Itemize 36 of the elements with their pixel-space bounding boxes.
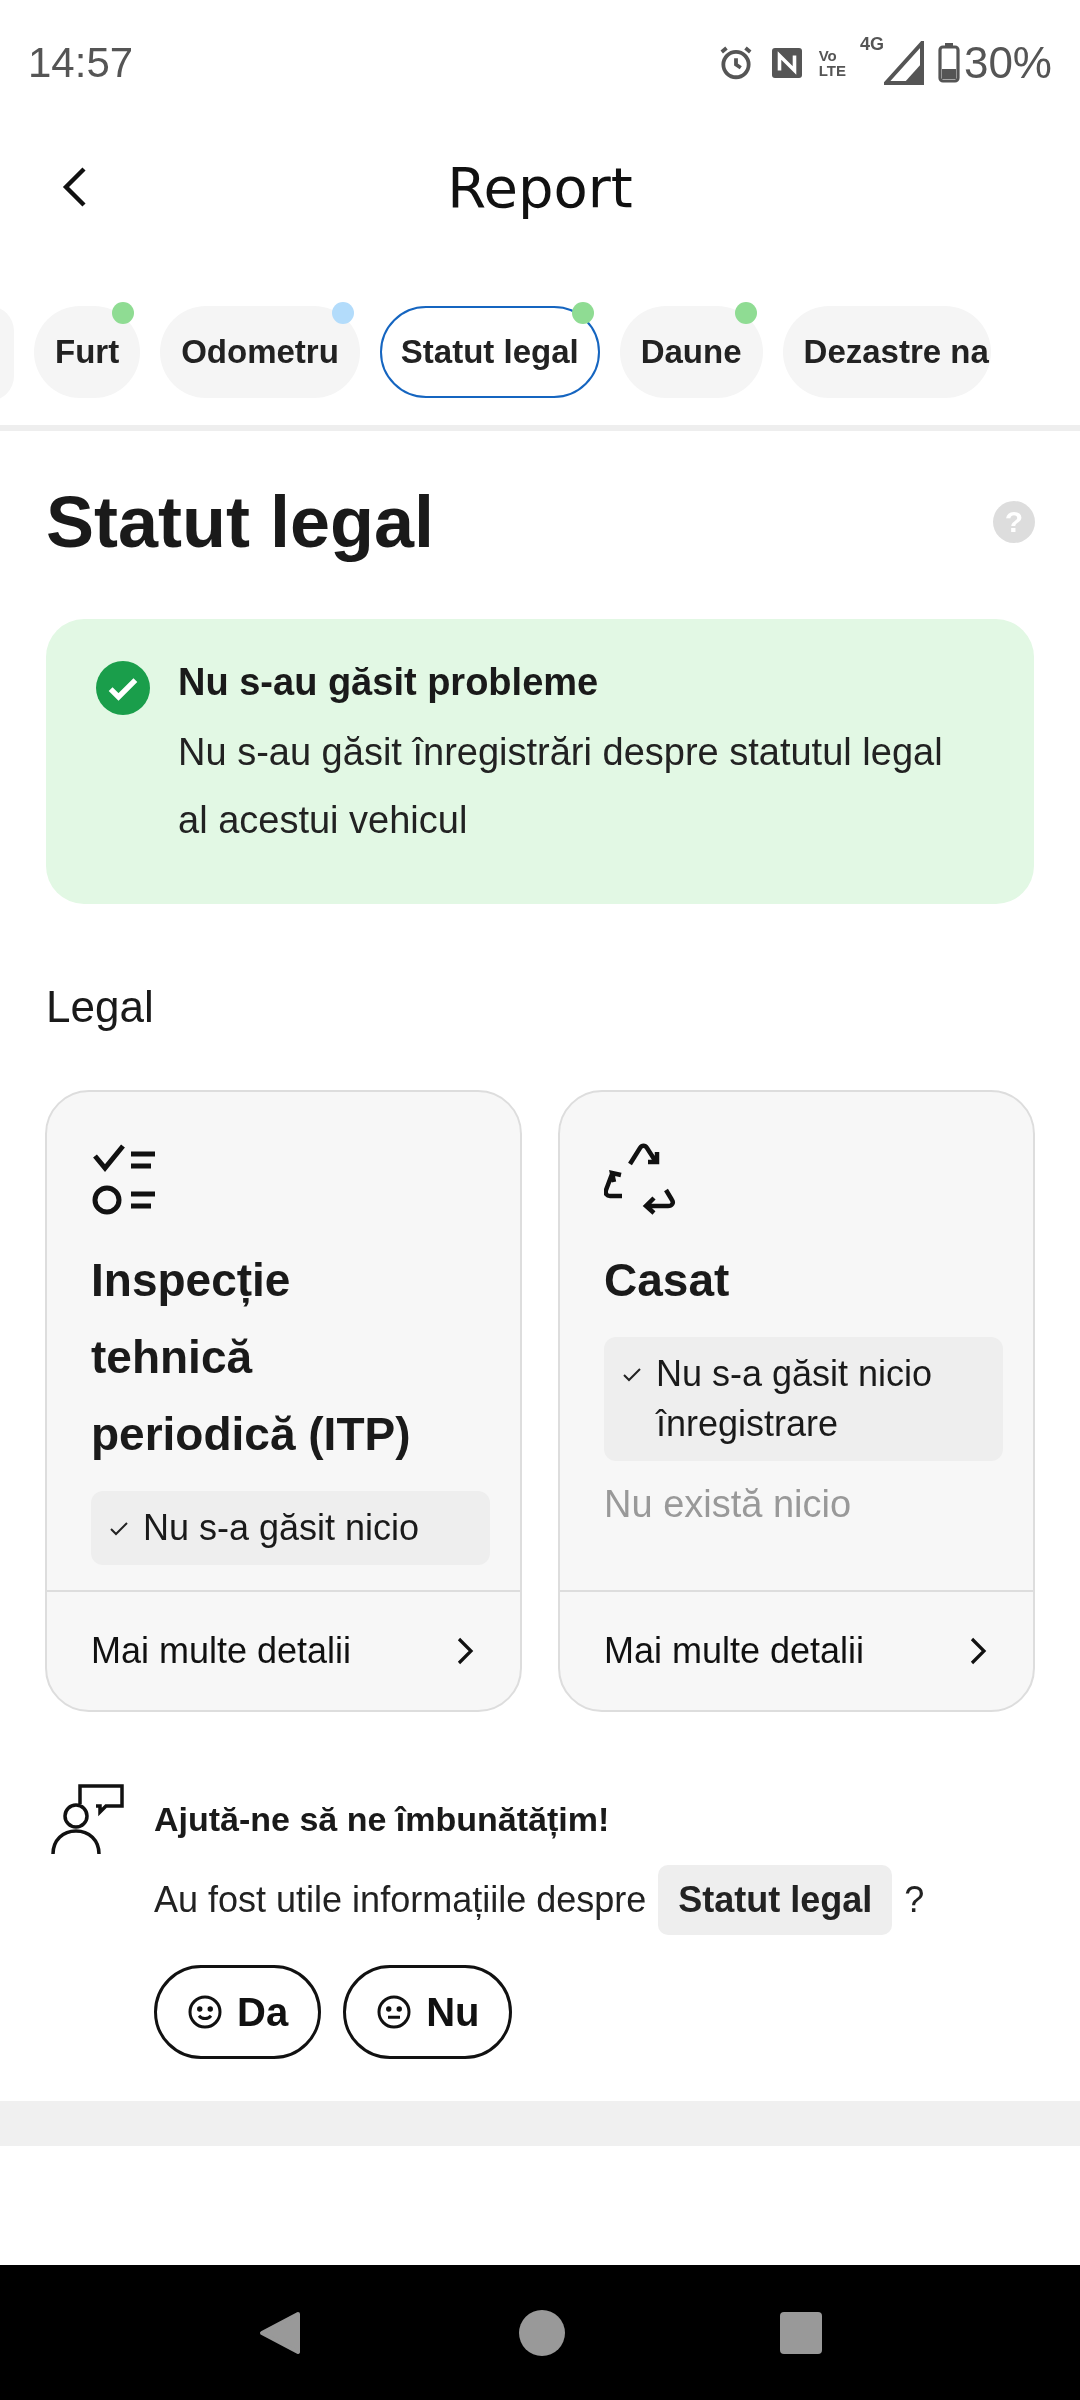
card-description: Nu există nicio (604, 1483, 852, 1526)
feedback-button[interactable]: Nu (343, 1965, 513, 2059)
question-mark: ? (904, 1879, 925, 1921)
details-link[interactable]: Mai multe detalii (47, 1590, 520, 1710)
check-circle-icon (96, 661, 150, 715)
check-icon (109, 1521, 129, 1537)
network-type: 4G (859, 33, 884, 55)
record-status: Nu s-a găsit nicio înregistrare (604, 1337, 1003, 1461)
feedback-title: Ajută-ne să ne îmbunătățim! (154, 1800, 611, 1839)
category-tab[interactable]: Dezastre na (782, 306, 991, 398)
signal-icon (883, 40, 924, 85)
home-nav-icon[interactable] (519, 2309, 565, 2356)
topic-tag: Statut legal (658, 1865, 893, 1935)
record-status: Nu s-a găsit nicio (91, 1491, 490, 1565)
card-title: Casat (604, 1253, 731, 1308)
check-icon (622, 1367, 642, 1383)
banner-message: Nu s-au găsit înregistrări despre statutul legal al acestui vehicul (178, 730, 944, 843)
page-title: Report (447, 155, 633, 220)
card-title: Inspecție tehnică periodică (ITP) (91, 1253, 412, 1462)
feedback-question: Au fost utile informațiile despre (154, 1879, 647, 1921)
status-time: 14:57 (28, 38, 134, 87)
person-chat-icon (50, 1782, 126, 1854)
subsection-title: Legal (45, 982, 155, 1032)
chevron-right-icon (969, 1636, 987, 1666)
details-link[interactable]: Mai multe detalii (560, 1590, 1033, 1710)
back-icon[interactable] (62, 165, 88, 209)
section-title: Statut legal (46, 481, 435, 563)
smiley-icon (187, 1994, 223, 2030)
recents-nav-icon[interactable] (780, 2311, 823, 2354)
battery-level: 30% (963, 37, 1052, 88)
volte-indicator: Vo LTE (818, 47, 846, 78)
battery-icon (937, 42, 960, 83)
neutral-face-icon (376, 1994, 413, 2030)
chevron-right-icon (456, 1636, 474, 1666)
banner-title: Nu s-au găsit probleme (178, 661, 600, 704)
feedback-button[interactable]: Da (154, 1965, 322, 2059)
